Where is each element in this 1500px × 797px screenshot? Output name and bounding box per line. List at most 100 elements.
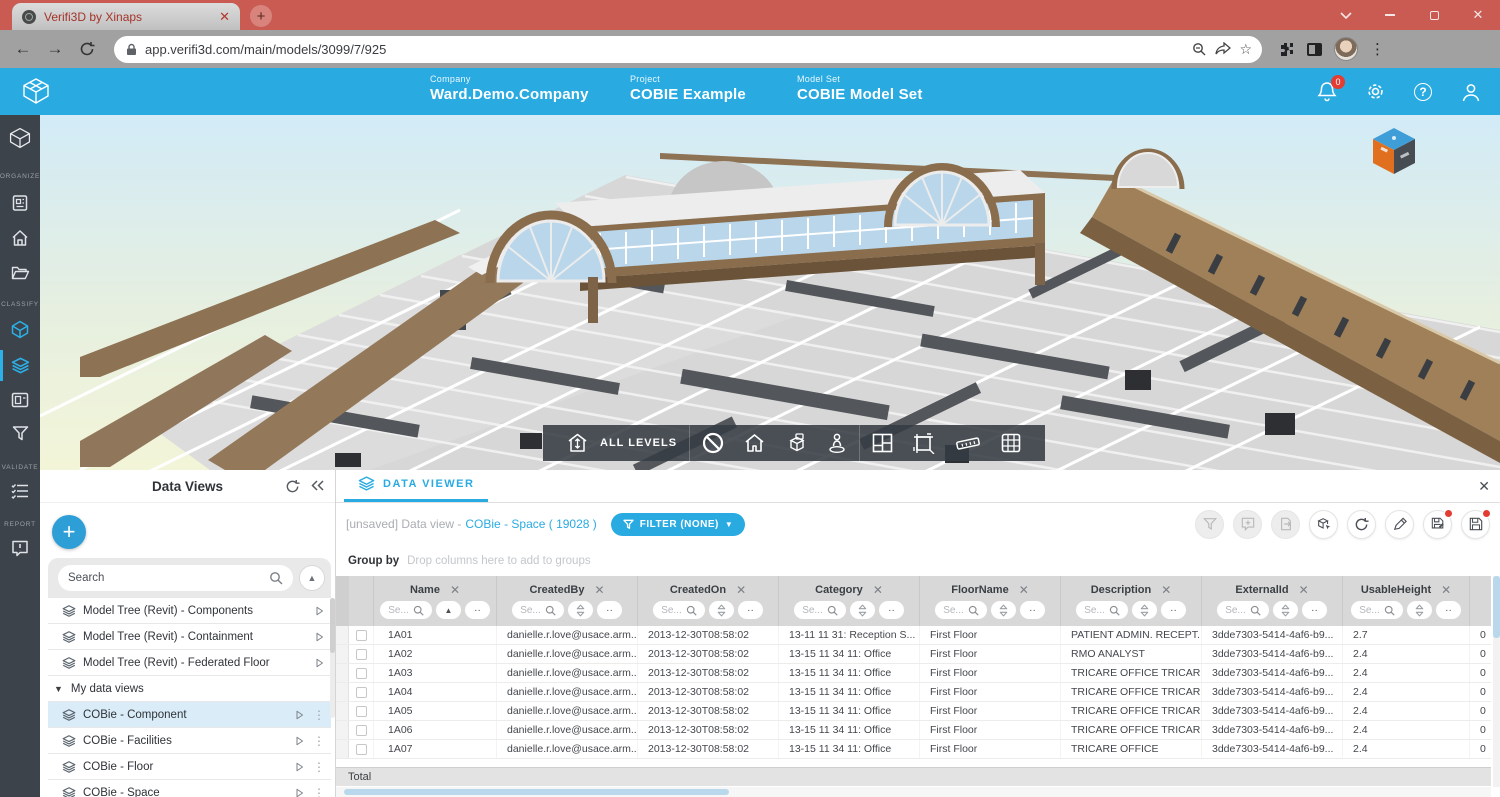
row-checkbox[interactable]: [356, 687, 367, 698]
refresh-table-button[interactable]: [1347, 510, 1376, 539]
hide-prohibit-icon[interactable]: [702, 432, 724, 454]
section-plane-icon[interactable]: [913, 433, 935, 454]
browser-tab[interactable]: Verifi3D by Xinaps ✕: [12, 3, 240, 30]
add-data-view-button[interactable]: +: [52, 515, 86, 549]
sidebar-item-data-views[interactable]: [0, 356, 40, 375]
verifi3d-logo-icon[interactable]: [22, 77, 50, 105]
column-sort-button[interactable]: [991, 601, 1016, 619]
column-menu-button[interactable]: ··: [1161, 601, 1186, 619]
remove-column-icon[interactable]: ✕: [1019, 583, 1029, 597]
column-search-input[interactable]: Se...: [653, 601, 705, 619]
share-icon[interactable]: [1215, 42, 1231, 56]
column-sort-button[interactable]: [1273, 601, 1298, 619]
filter-button[interactable]: FILTER (NONE) ▼: [611, 513, 746, 536]
group-by-bar[interactable]: Group by Drop columns here to add to gro…: [336, 545, 1500, 576]
notifications-bell-icon[interactable]: 0: [1316, 81, 1338, 103]
split-view-icon[interactable]: [872, 433, 893, 453]
collapse-list-button[interactable]: ▲: [299, 565, 325, 591]
row-checkbox[interactable]: [356, 725, 367, 736]
refresh-views-icon[interactable]: [285, 479, 300, 494]
section-box-icon[interactable]: [785, 433, 807, 454]
row-checkbox[interactable]: [356, 744, 367, 755]
run-view-button[interactable]: [313, 657, 325, 669]
tab-close-icon[interactable]: ✕: [219, 9, 230, 25]
levels-icon[interactable]: [567, 433, 588, 453]
sidebar-item-filter[interactable]: [0, 425, 40, 442]
column-search-input[interactable]: Se...: [380, 601, 432, 619]
column-header[interactable]: Description✕Se...··: [1060, 576, 1201, 626]
data-view-item[interactable]: COBie - Component⋮: [48, 702, 331, 728]
tab-data-viewer[interactable]: DATA VIEWER: [344, 475, 488, 502]
sidebar-item-library[interactable]: [0, 194, 40, 212]
window-restore-button[interactable]: [1412, 0, 1456, 30]
user-account-icon[interactable]: [1460, 81, 1482, 103]
table-row[interactable]: 1A04danielle.r.love@usace.arm...2013-12-…: [336, 683, 1491, 702]
run-view-button[interactable]: [293, 709, 305, 721]
window-close-button[interactable]: ✕: [1456, 0, 1500, 30]
data-views-search-input[interactable]: Search: [58, 565, 293, 591]
remove-column-icon[interactable]: ✕: [594, 583, 604, 597]
current-view-name[interactable]: COBie - Space ( 19028 ): [465, 517, 596, 531]
vertical-scrollbar[interactable]: [1493, 576, 1500, 787]
extensions-puzzle-icon[interactable]: [1278, 41, 1295, 58]
table-row[interactable]: 1A01danielle.r.love@usace.arm...2013-12-…: [336, 626, 1491, 645]
data-view-item[interactable]: COBie - Facilities⋮: [48, 728, 331, 754]
row-checkbox[interactable]: [356, 668, 367, 679]
measure-ruler-icon[interactable]: [955, 434, 981, 452]
collapse-panel-icon[interactable]: [310, 479, 325, 494]
remove-column-icon[interactable]: ✕: [1441, 583, 1451, 597]
column-menu-button[interactable]: ··: [1436, 601, 1461, 619]
3d-building-model[interactable]: [40, 115, 1500, 470]
column-header[interactable]: CreatedOn✕Se...··: [637, 576, 778, 626]
zoom-page-icon[interactable]: [1192, 42, 1207, 57]
column-menu-button[interactable]: ··: [738, 601, 763, 619]
row-checkbox[interactable]: [356, 706, 367, 717]
edit-view-button[interactable]: [1385, 510, 1414, 539]
caret-down-icon[interactable]: ▼: [54, 684, 63, 694]
column-sort-button[interactable]: ▲: [436, 601, 461, 619]
new-tab-button[interactable]: +: [250, 5, 272, 27]
table-row[interactable]: 1A07danielle.r.love@usace.arm...2013-12-…: [336, 740, 1491, 759]
sidebar-logo-icon[interactable]: [0, 127, 40, 149]
window-chevron-button[interactable]: [1324, 0, 1368, 30]
table-row[interactable]: 1A02danielle.r.love@usace.arm...2013-12-…: [336, 645, 1491, 664]
run-view-button[interactable]: [293, 787, 305, 797]
grid-icon[interactable]: [1001, 433, 1021, 453]
all-levels-label[interactable]: ALL LEVELS: [600, 437, 677, 449]
table-row[interactable]: 1A06danielle.r.love@usace.arm...2013-12-…: [336, 721, 1491, 740]
column-sort-button[interactable]: [709, 601, 734, 619]
remove-column-icon[interactable]: ✕: [736, 583, 746, 597]
bookmark-star-icon[interactable]: ☆: [1239, 41, 1252, 58]
model-viewport[interactable]: ALL LEVELS: [40, 115, 1500, 470]
column-sort-button[interactable]: [1407, 601, 1432, 619]
refresh-button[interactable]: [74, 41, 100, 57]
column-sort-button[interactable]: [850, 601, 875, 619]
column-header[interactable]: CreatedBy✕Se...··: [496, 576, 637, 626]
side-panel-icon[interactable]: [1307, 43, 1322, 56]
column-header[interactable]: Name✕Se...▲··: [373, 576, 496, 626]
run-view-button[interactable]: [293, 735, 305, 747]
sidebar-item-properties[interactable]: [0, 392, 40, 408]
column-menu-button[interactable]: ··: [1302, 601, 1327, 619]
column-menu-button[interactable]: ··: [879, 601, 904, 619]
settings-gear-icon[interactable]: [1364, 81, 1386, 103]
remove-column-icon[interactable]: ✕: [450, 583, 460, 597]
run-view-button[interactable]: [313, 605, 325, 617]
remove-column-icon[interactable]: ✕: [1299, 583, 1309, 597]
remove-column-icon[interactable]: ✕: [1161, 583, 1171, 597]
back-button[interactable]: ←: [10, 39, 36, 59]
table-row[interactable]: 1A03danielle.r.love@usace.arm...2013-12-…: [336, 664, 1491, 683]
data-view-item[interactable]: Model Tree (Revit) - Components: [48, 598, 331, 624]
column-search-input[interactable]: Se...: [1217, 601, 1269, 619]
window-minimize-button[interactable]: [1368, 0, 1412, 30]
column-header[interactable]: Category✕Se...··: [778, 576, 919, 626]
data-view-item[interactable]: COBie - Space⋮: [48, 780, 331, 797]
run-view-button[interactable]: [293, 761, 305, 773]
item-menu-button[interactable]: ⋮: [313, 760, 325, 774]
row-checkbox[interactable]: [356, 630, 367, 641]
column-search-input[interactable]: Se...: [935, 601, 987, 619]
column-search-input[interactable]: Se...: [512, 601, 564, 619]
save-as-button[interactable]: [1423, 510, 1452, 539]
column-sort-button[interactable]: [568, 601, 593, 619]
column-menu-button[interactable]: ··: [1020, 601, 1045, 619]
